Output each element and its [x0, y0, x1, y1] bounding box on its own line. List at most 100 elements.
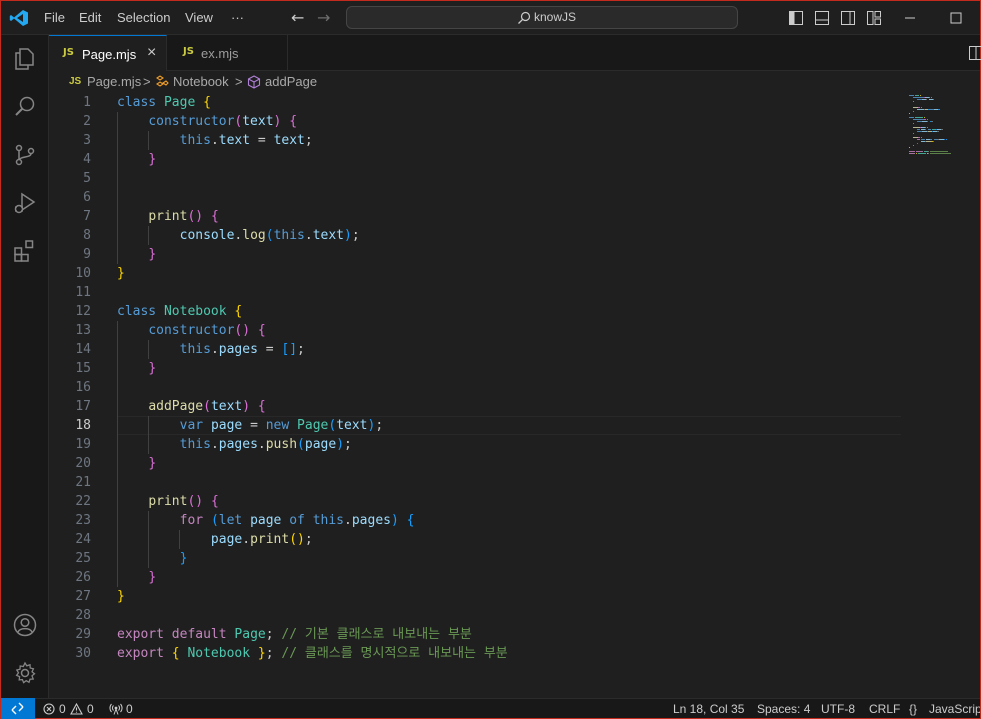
code-line[interactable]: 2 constructor(text) { [49, 112, 901, 131]
menu-file[interactable]: File [44, 10, 65, 25]
customize-layout-icon[interactable] [867, 11, 881, 25]
warning-icon[interactable] [70, 703, 83, 715]
code-line[interactable]: 21 [49, 473, 901, 492]
code-line[interactable]: 20 } [49, 454, 901, 473]
close-icon[interactable]: × [147, 44, 156, 62]
js-file-icon: JS [63, 47, 74, 58]
code-line[interactable]: 22 print() { [49, 492, 901, 511]
code-line[interactable]: 18 var page = new Page(text); [49, 416, 901, 435]
line-number: 12 [75, 304, 91, 319]
minimap-token [926, 99, 927, 100]
code-line[interactable]: 8 console.log(this.text); [49, 226, 901, 245]
breadcrumb-method[interactable]: addPage [265, 74, 317, 89]
cursor-position[interactable]: Ln 18, Col 35 [673, 702, 744, 716]
line-number: 15 [75, 361, 91, 376]
minimap-token [913, 111, 914, 112]
language-mode[interactable]: JavaScript [929, 702, 980, 716]
code-line[interactable]: 6 [49, 188, 901, 207]
class-symbol-icon [156, 75, 169, 87]
code-line[interactable]: 15 } [49, 359, 901, 378]
code-line[interactable]: 17 addPage(text) { [49, 397, 901, 416]
indent-guide [178, 530, 180, 549]
code-line[interactable]: 27} [49, 587, 901, 606]
breadcrumb-file[interactable]: Page.mjs [87, 74, 141, 89]
code-text: console.log(this.text); [179, 228, 360, 243]
method-symbol-icon [247, 75, 261, 89]
line-number: 24 [75, 532, 91, 547]
minimap[interactable] [901, 93, 980, 698]
code-line[interactable]: 1 class Page { [49, 93, 901, 112]
line-ending[interactable]: CRLF [869, 702, 900, 716]
code-line[interactable]: 3 this.text = text; [49, 131, 901, 150]
minimap-token [939, 109, 940, 110]
breadcrumb-class[interactable]: Notebook [173, 74, 229, 89]
code-line[interactable]: 9 } [49, 245, 901, 264]
forward-arrow-icon[interactable]: → [317, 8, 330, 27]
toggle-secondary-sidebar-icon[interactable] [841, 11, 855, 25]
warning-count[interactable]: 0 [87, 702, 94, 716]
search-icon[interactable] [13, 95, 37, 119]
toggle-primary-sidebar-icon[interactable] [789, 11, 803, 25]
minimap-token [925, 129, 926, 130]
code-text: for (let page of this.pages) { [179, 513, 415, 528]
explorer-files-icon[interactable] [13, 47, 37, 71]
indentation[interactable]: Spaces: 4 [757, 702, 810, 716]
code-line[interactable]: 25 } [49, 549, 901, 568]
minimap-token [909, 95, 914, 96]
line-number: 2 [83, 114, 91, 129]
minimap-token [933, 141, 934, 142]
minimap-token [913, 97, 924, 98]
code-line[interactable]: 19 this.pages.push(page); [49, 435, 901, 454]
maximize-icon[interactable] [949, 11, 963, 25]
code-line[interactable]: 12 class Notebook { [49, 302, 901, 321]
menu-more[interactable]: ··· [231, 10, 244, 25]
error-icon[interactable] [43, 703, 55, 715]
remote-indicator[interactable] [1, 698, 35, 719]
code-line[interactable]: 24 page.print(); [49, 530, 901, 549]
toggle-panel-icon[interactable] [815, 11, 829, 25]
tab-ex-mjs[interactable]: JS ex.mjs [167, 35, 288, 71]
split-editor-icon[interactable] [969, 46, 981, 60]
code-text: } [148, 247, 157, 262]
ports-count[interactable]: 0 [126, 702, 133, 716]
code-line[interactable]: 13 constructor() { [49, 321, 901, 340]
command-center-search[interactable]: knowJS [346, 6, 738, 29]
code-line[interactable]: 26 } [49, 568, 901, 587]
code-editor[interactable]: 1 class Page {2 constructor(text) {3 this… [49, 93, 901, 698]
code-line[interactable]: 4 } [49, 150, 901, 169]
minimap-token [920, 95, 921, 96]
encoding[interactable]: UTF-8 [821, 702, 855, 716]
tab-page-mjs[interactable]: JS Page.mjs × [49, 35, 167, 71]
code-text: class Page { [117, 95, 211, 110]
code-line[interactable]: 23 for (let page of this.pages) { [49, 511, 901, 530]
extensions-icon[interactable] [13, 239, 37, 263]
error-count[interactable]: 0 [59, 702, 66, 716]
line-number: 11 [75, 285, 91, 300]
code-line[interactable]: 10} [49, 264, 901, 283]
line-number: 29 [75, 627, 91, 642]
breadcrumb-separator: > [235, 74, 243, 89]
back-arrow-icon[interactable]: ← [291, 8, 304, 27]
menu-edit[interactable]: Edit [79, 10, 101, 25]
code-line[interactable]: 30 export { Notebook }; // 클래스를 명시적으로 내보내… [49, 644, 901, 663]
code-line[interactable]: 29 export default Page; // 기본 클래스로 내보내는 부… [49, 625, 901, 644]
menu-view[interactable]: View [185, 10, 213, 25]
code-line[interactable]: 28 [49, 606, 901, 625]
code-line[interactable]: 5 [49, 169, 901, 188]
minimap-token [913, 133, 914, 134]
minimize-icon[interactable] [903, 11, 917, 25]
code-line[interactable]: 14 this.pages = []; [49, 340, 901, 359]
account-icon[interactable] [13, 613, 37, 637]
code-text: class Notebook { [117, 304, 243, 319]
line-number: 21 [75, 475, 91, 490]
source-control-icon[interactable] [13, 143, 37, 167]
ports-broadcast-icon[interactable] [109, 703, 123, 715]
menu-selection[interactable]: Selection [117, 10, 170, 25]
minimap-token [931, 97, 932, 98]
code-line[interactable]: 16 [49, 378, 901, 397]
code-line[interactable]: 11 [49, 283, 901, 302]
run-debug-icon[interactable] [13, 191, 37, 215]
minimap-token [915, 95, 919, 96]
code-line[interactable]: 7 print() { [49, 207, 901, 226]
settings-gear-icon[interactable] [13, 661, 37, 685]
